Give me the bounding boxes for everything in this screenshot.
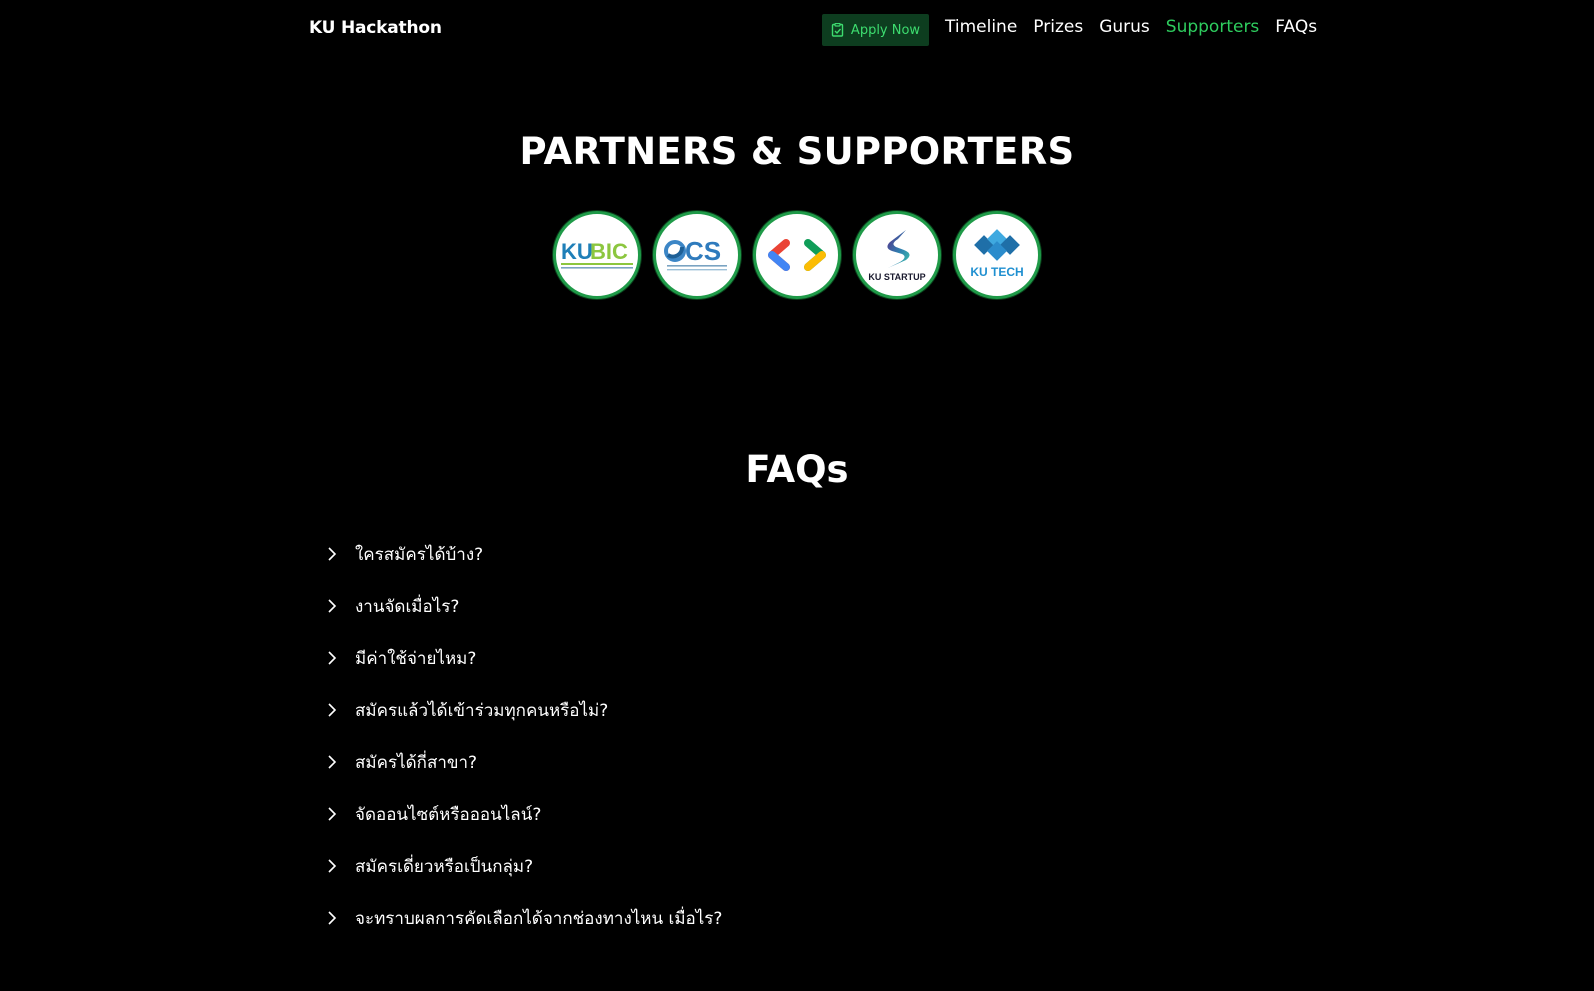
faq-list: ใครสมัครได้บ้าง? งานจัดเมื่อไร? มีค่าใช้…	[325, 543, 1275, 959]
faq-item[interactable]: สมัครแล้วได้เข้าร่วมทุกคนหรือไม่?	[325, 699, 1275, 751]
chevron-right-icon	[328, 755, 337, 769]
faq-question: มีค่าใช้จ่ายไหม?	[355, 649, 477, 669]
svg-text:CS: CS	[685, 236, 721, 266]
nav-link-faqs[interactable]: FAQs	[1275, 17, 1317, 37]
nav-link-supporters[interactable]: Supporters	[1166, 17, 1260, 37]
nav-links: Timeline Prizes Gurus Supporters FAQs	[945, 17, 1317, 37]
faq-question: สมัครเดี่ยวหรือเป็นกลุ่ม?	[355, 857, 534, 877]
brand-logo-text[interactable]: KU Hackathon	[309, 18, 442, 38]
ku-startup-logo[interactable]: KU STARTUP	[853, 211, 941, 299]
faq-question: สมัครแล้วได้เข้าร่วมทุกคนหรือไม่?	[355, 701, 609, 721]
apply-now-label: Apply Now	[850, 22, 921, 38]
chevron-right-icon	[328, 807, 337, 821]
apply-now-button[interactable]: Apply Now	[822, 14, 929, 46]
ku-tech-logo[interactable]: KU TECH	[953, 211, 1041, 299]
top-nav: KU Hackathon Apply Now Timeline Prizes G…	[0, 0, 1594, 58]
nav-link-gurus[interactable]: Gurus	[1099, 17, 1150, 37]
cs-logo[interactable]: CS	[653, 211, 741, 299]
faq-item[interactable]: จะทราบผลการคัดเลือกได้จากช่องทางไหน เมื่…	[325, 907, 1275, 959]
faq-question: จัดออนไซต์หรือออนไลน์?	[355, 805, 542, 825]
chevron-right-icon	[328, 547, 337, 561]
chevron-right-icon	[328, 911, 337, 925]
chevron-right-icon	[328, 703, 337, 717]
faq-item[interactable]: จัดออนไซต์หรือออนไลน์?	[325, 803, 1275, 855]
faq-item[interactable]: สมัครได้กี่สาขา?	[325, 751, 1275, 803]
faq-question: งานจัดเมื่อไร?	[355, 597, 460, 617]
document-check-icon	[831, 23, 844, 37]
chevron-right-icon	[328, 599, 337, 613]
faq-item[interactable]: ใครสมัครได้บ้าง?	[325, 543, 1275, 595]
faq-question: ใครสมัครได้บ้าง?	[355, 545, 484, 565]
partner-logos: KU BIC CS KU STARTUP KU TECH	[553, 211, 1041, 299]
kubic-logo[interactable]: KU BIC	[553, 211, 641, 299]
faq-item[interactable]: สมัครเดี่ยวหรือเป็นกลุ่ม?	[325, 855, 1275, 907]
gdsc-logo[interactable]	[753, 211, 841, 299]
partners-title: PARTNERS & SUPPORTERS	[519, 130, 1075, 173]
faq-question: สมัครได้กี่สาขา?	[355, 753, 478, 773]
nav-link-prizes[interactable]: Prizes	[1033, 17, 1083, 37]
faq-question: จะทราบผลการคัดเลือกได้จากช่องทางไหน เมื่…	[355, 909, 723, 929]
chevron-right-icon	[328, 651, 337, 665]
faq-item[interactable]: มีค่าใช้จ่ายไหม?	[325, 647, 1275, 699]
faq-item[interactable]: งานจัดเมื่อไร?	[325, 595, 1275, 647]
faq-title: FAQs	[745, 448, 849, 491]
ku-startup-text: KU STARTUP	[868, 272, 925, 282]
ku-tech-text: KU TECH	[970, 265, 1023, 279]
page: KU Hackathon Apply Now Timeline Prizes G…	[0, 0, 1594, 991]
svg-text:KU: KU	[561, 239, 593, 264]
nav-link-timeline[interactable]: Timeline	[945, 17, 1017, 37]
svg-text:BIC: BIC	[590, 239, 628, 264]
chevron-right-icon	[328, 859, 337, 873]
